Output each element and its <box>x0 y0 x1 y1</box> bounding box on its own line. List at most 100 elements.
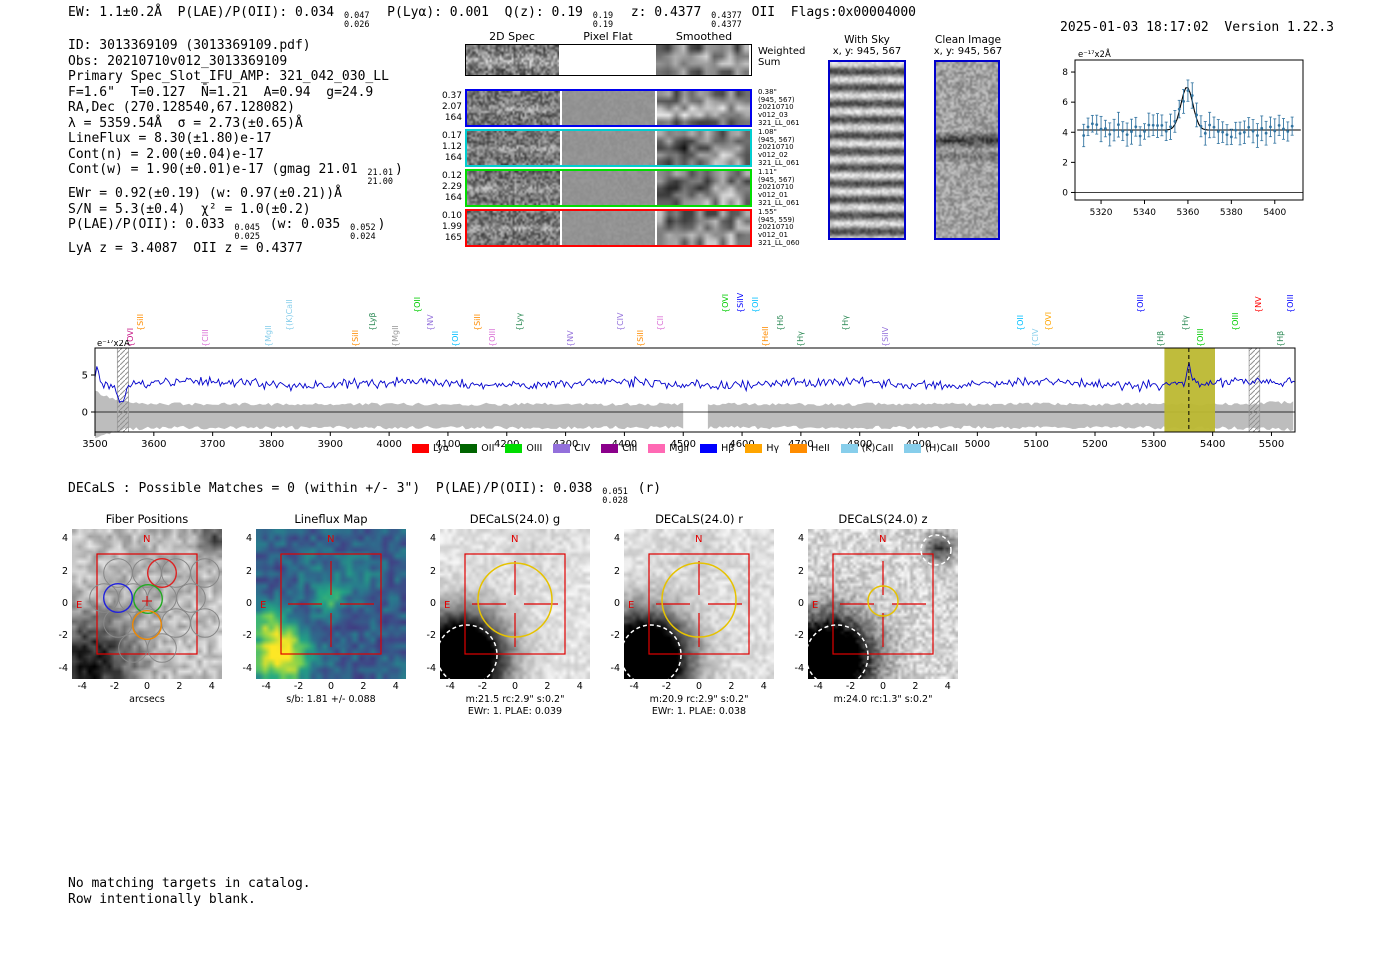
cutout-1-y-tick: 2 <box>245 565 252 577</box>
legend-label-MgII: MgII <box>669 443 690 454</box>
spectrum-trace <box>94 362 1296 403</box>
cutout-overlay-4: NE <box>808 534 952 679</box>
legend-swatch-HeII <box>790 444 808 453</box>
legend-swatch-(H)CaII <box>904 444 922 453</box>
footer-line-2: Row intentionally blank. <box>68 891 256 907</box>
cutout-0-x-tick: 2 <box>176 681 183 692</box>
compass-north-label: N <box>143 534 150 545</box>
cutout-3-x-tick: 2 <box>728 681 735 692</box>
cutout-0-y-tick: 2 <box>61 565 68 577</box>
spectrum-legend: Lyα OII OIII CIV CIII MgII Hβ Hγ HeII (K)CaII (H)C… <box>55 443 1315 454</box>
legend-label-(H)CaII: (H)CaII <box>925 443 959 454</box>
cutout-4-y-tick: 2 <box>797 565 804 577</box>
sep-object-circle-2 <box>920 534 952 566</box>
legend-swatch-Hγ <box>745 444 763 453</box>
catalog-summary-lo-1: 0.028 <box>602 495 628 506</box>
sep-object-circle <box>624 624 682 679</box>
legend-swatch-CIII <box>601 444 619 453</box>
cutout-4-y-tick: 4 <box>797 533 804 545</box>
cutout-1-x-tick: 0 <box>327 681 335 692</box>
cutout-2-x-tick: -4 <box>445 681 455 692</box>
sep-object-circle <box>440 624 498 679</box>
emission-line-label-(K)CaII-4: {(K)CaII <box>284 299 294 331</box>
cutout-0-xlabel: arcsecs <box>129 694 165 705</box>
cutout-3-y-tick: 4 <box>613 533 620 545</box>
legend-label-Hγ: Hγ <box>766 443 780 454</box>
cutout-1-x-tick: 4 <box>392 681 399 692</box>
emission-line-label-NV-34: {NV <box>1254 296 1263 313</box>
cutout-title-4: DECaLS(24.0) z <box>838 512 928 526</box>
compass-east-label: E <box>444 600 450 611</box>
cutout-2-y-tick: 0 <box>429 598 436 609</box>
cutout-4-x-tick: 0 <box>879 681 887 692</box>
emission-line-label-OIII-29: {OIII <box>1135 294 1145 313</box>
legend-label-CIV: CIV <box>574 443 591 454</box>
cutout-1-y-tick: -2 <box>242 630 252 642</box>
cutout-4-y-tick: -4 <box>794 662 804 674</box>
emission-line-label-Hγ-31: {Hγ <box>1181 315 1191 331</box>
cutout-1-y-tick: 0 <box>245 598 252 609</box>
legend-item-Lyα: Lyα <box>411 443 450 454</box>
legend-item-CIII: CIII <box>601 443 637 454</box>
legend-label-OII: OII <box>481 443 495 454</box>
cutout-1-x-tick: 2 <box>360 681 367 692</box>
compass-east-label: E <box>76 600 82 611</box>
legend-label-OIII: OIII <box>526 443 543 454</box>
cutout-2-y-tick: -4 <box>426 662 436 674</box>
target-crosshair <box>840 561 926 647</box>
target-crosshair <box>656 561 742 647</box>
cutout-4-x-tick: 4 <box>944 681 951 692</box>
cutout-4-y-tick: -2 <box>794 630 804 642</box>
cutout-0-x-tick: -2 <box>109 681 120 692</box>
emission-line-label-Hγ-24: {Hγ <box>840 315 850 331</box>
legend-swatch-Hβ <box>700 444 718 453</box>
catalog-match-summary: DECaLS : Possible Matches = 0 (within +/… <box>68 481 661 505</box>
legend-label-Lyα: Lyα <box>432 443 450 454</box>
legend-swatch-CIV <box>553 444 571 453</box>
compass-east-label: E <box>628 600 634 611</box>
cutout-overlay-0: NE <box>76 534 220 663</box>
emission-line-label-OII-8: {OII <box>413 296 423 313</box>
compass-north-label: N <box>511 534 518 545</box>
legend-swatch-(K)CaII <box>840 444 858 453</box>
legend-item-CIV: CIV <box>553 443 590 454</box>
emission-line-label-Lyγ-13: {Lyγ <box>515 312 525 331</box>
fiber-circle-orange <box>132 609 163 640</box>
legend-item-Hγ: Hγ <box>745 443 779 454</box>
emission-line-label-CII-17: {CII <box>655 315 665 331</box>
legend-label-Hβ: Hβ <box>721 443 735 454</box>
cutout-2-x-tick: 0 <box>511 681 519 692</box>
legend-swatch-OIII <box>505 444 523 453</box>
emission-line-label-OII-20: {OII <box>750 296 760 313</box>
legend-item-HeII: HeII <box>790 443 830 454</box>
cutout-overlay-1: NE <box>260 534 382 655</box>
footer-line-1: No matching targets in catalog. <box>68 876 311 891</box>
legend-label-HeII: HeII <box>811 443 830 454</box>
cutout-1-x-tick: -4 <box>261 681 271 692</box>
compass-east-label: E <box>260 600 266 611</box>
cutout-3-x-tick: 0 <box>695 681 703 692</box>
emission-line-label-SiII-1: {SiII <box>136 313 146 331</box>
footer-notes: No matching targets in catalog. Row inte… <box>68 876 311 907</box>
cutout-0-x-tick: 4 <box>208 681 215 692</box>
legend-item-(H)CaII: (H)CaII <box>904 443 958 454</box>
emission-line-label-CIV-15: {CIV <box>615 312 625 331</box>
emission-line-label-OVI-18: {OVI <box>720 293 730 313</box>
cutout-overlay-3: NE <box>624 534 750 679</box>
spectrum-y-tick: 0 <box>82 408 88 419</box>
cutout-3-y-tick: -2 <box>610 630 620 642</box>
cutout-2-y-tick: 2 <box>429 565 436 577</box>
cutout-2-x-tick: 4 <box>576 681 583 692</box>
legend-item-OII: OII <box>460 443 494 454</box>
cutout-1-x-tick: -2 <box>293 681 304 692</box>
emission-line-label-OIII-33: {OIII <box>1231 312 1241 331</box>
cutout-1-y-tick: 4 <box>245 533 252 545</box>
cutout-0-y-tick: -4 <box>58 662 68 674</box>
emission-line-label-Lyβ-6: {Lyβ <box>368 312 378 331</box>
compass-north-label: N <box>879 534 886 545</box>
full-spectrum-plot: 0535003600370038003900400041004200430044… <box>82 340 1296 450</box>
noise-band <box>95 390 1294 438</box>
cutout-3-x-tick: -4 <box>629 681 639 692</box>
compass-north-label: N <box>327 534 334 545</box>
spectrum-y-axis-label: e⁻¹⁷x2Å <box>97 340 130 349</box>
